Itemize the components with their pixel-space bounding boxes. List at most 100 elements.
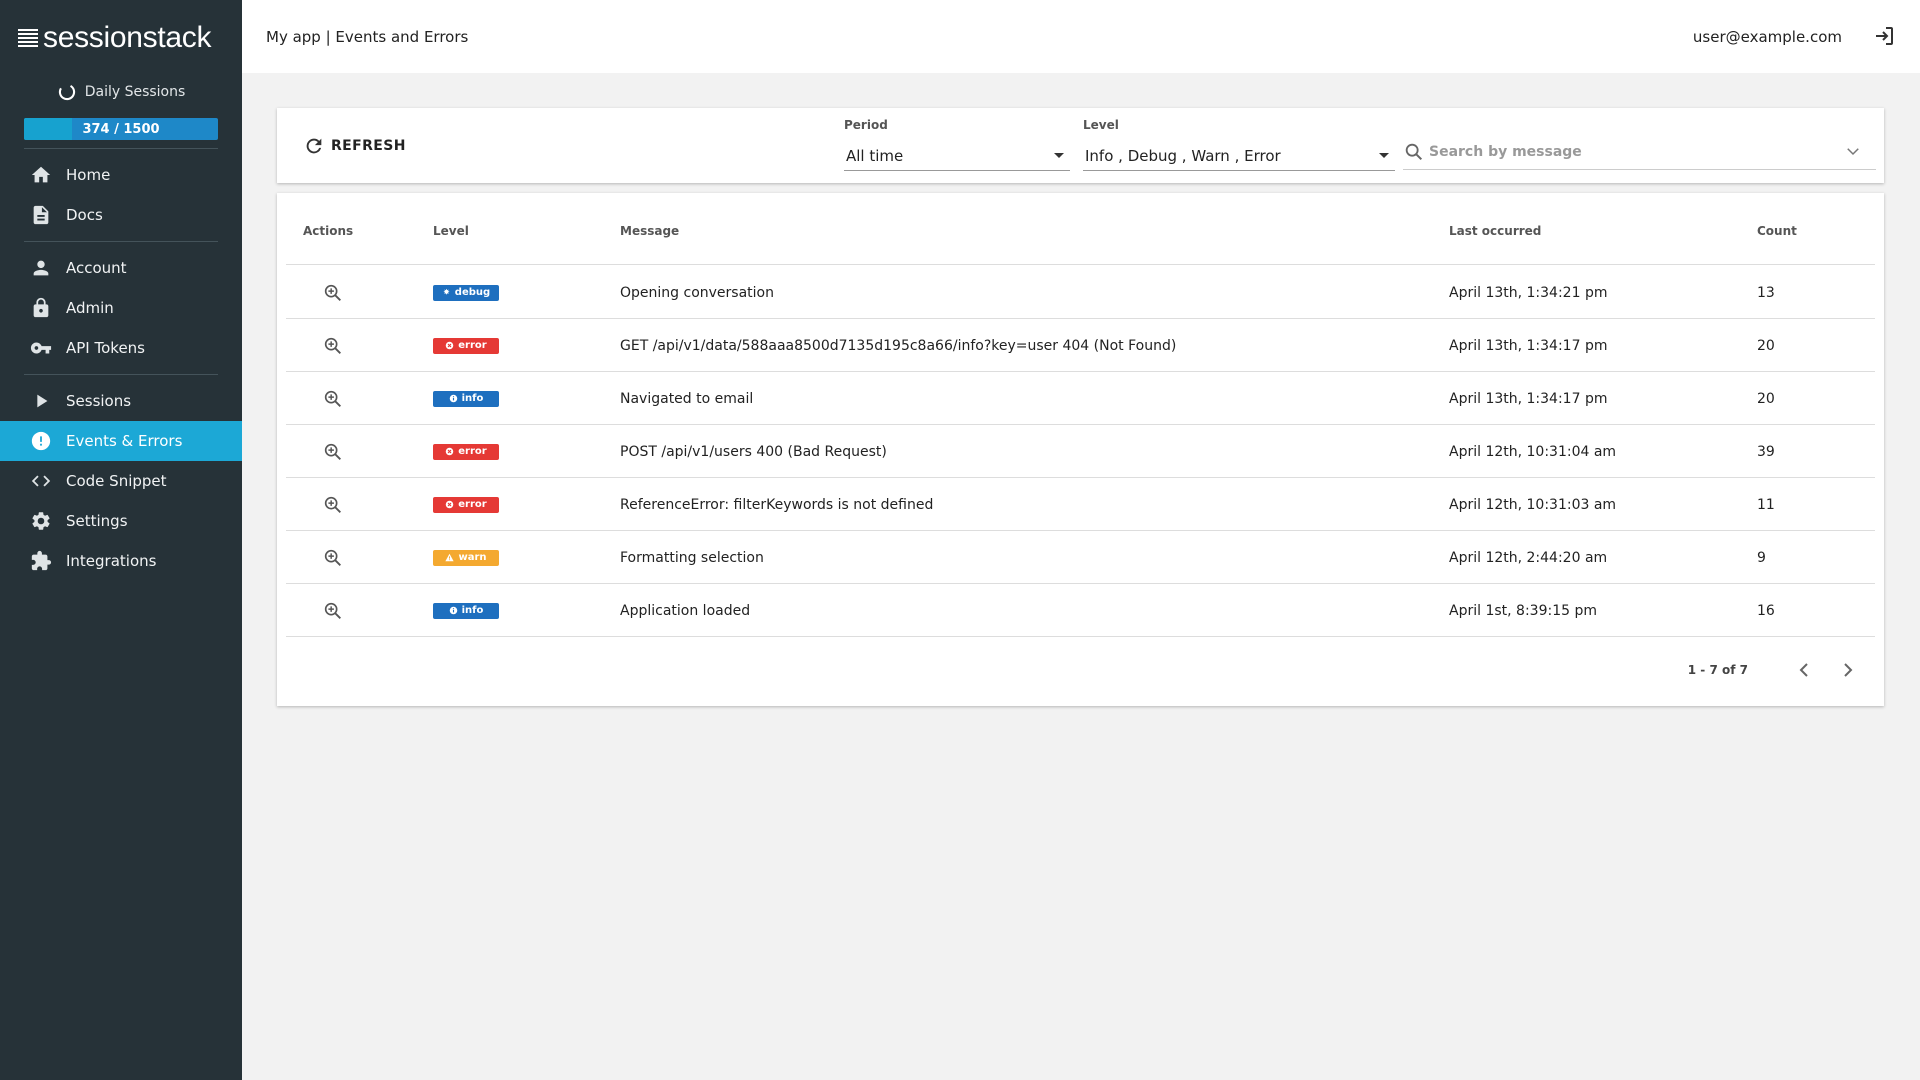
- message-cell: POST /api/v1/users 400 (Bad Request): [620, 443, 887, 460]
- sidebar-item-integrations[interactable]: Integrations: [0, 541, 242, 581]
- sidebar-item-api-tokens[interactable]: API Tokens: [0, 328, 242, 368]
- level-cell: debug: [433, 266, 499, 319]
- user-email[interactable]: user@example.com: [1693, 28, 1842, 46]
- sidebar-item-label: Sessions: [66, 392, 132, 410]
- count-cell: 20: [1757, 390, 1775, 407]
- chevron-down-icon[interactable]: [1844, 142, 1862, 160]
- sidebar-item-code-snippet[interactable]: Code Snippet: [0, 461, 242, 501]
- refresh-button[interactable]: REFRESH: [303, 135, 406, 157]
- page-title: My app | Events and Errors: [266, 27, 469, 46]
- sidebar-item-events-errors[interactable]: Events & Errors: [0, 421, 242, 461]
- level-cell: info: [433, 584, 499, 637]
- actions-cell: [322, 425, 344, 478]
- sidebar-item-sessions[interactable]: Sessions: [0, 381, 242, 421]
- zoom-in-icon[interactable]: [322, 388, 344, 410]
- level-label: Level: [1083, 118, 1119, 132]
- sidebar-item-settings[interactable]: Settings: [0, 501, 242, 541]
- table-row[interactable]: debug Opening conversation April 13th, 1:3…: [286, 266, 1875, 319]
- zoom-in-icon[interactable]: [322, 547, 344, 569]
- level-badge: info: [433, 602, 499, 619]
- level-badge-label: debug: [454, 287, 491, 298]
- play-icon: [37, 394, 48, 408]
- search-input[interactable]: [1429, 143, 1829, 160]
- message-cell: Navigated to email: [620, 390, 754, 407]
- search-box: [1403, 134, 1876, 170]
- key-icon: [30, 342, 52, 354]
- alert-circle-icon: [31, 431, 51, 451]
- period-selected: All time: [846, 146, 904, 165]
- count-cell: 20: [1757, 337, 1775, 354]
- sidebar-item-admin[interactable]: Admin: [0, 288, 242, 328]
- sidebar-item-home[interactable]: Home: [0, 155, 242, 195]
- dropdown-arrow-icon: [1379, 153, 1389, 158]
- bug-icon: [443, 288, 450, 295]
- sidebar-item-label: API Tokens: [66, 339, 145, 357]
- gear-icon: [32, 512, 50, 530]
- sidebar-item-label: Code Snippet: [66, 472, 167, 490]
- count-cell: 16: [1757, 602, 1775, 619]
- table-row[interactable]: error POST /api/v1/users 400 (Bad Request…: [286, 425, 1875, 478]
- logout-icon[interactable]: [1872, 24, 1896, 48]
- sidebar-item-docs[interactable]: Docs: [0, 195, 242, 235]
- home-icon: [31, 166, 51, 183]
- message-cell: Formatting selection: [620, 549, 764, 566]
- top-header: My app | Events and Errors user@example.…: [242, 0, 1920, 73]
- refresh-icon: [306, 138, 322, 154]
- level-badge: error: [433, 337, 499, 354]
- pagination: 1 - 7 of 7: [277, 655, 1884, 685]
- info-circle-icon: [449, 394, 457, 403]
- table-row[interactable]: info Application loaded April 1st, 8:39:15…: [286, 584, 1875, 637]
- last-occurred-cell: April 12th, 10:31:03 am: [1449, 496, 1617, 513]
- column-header-level[interactable]: Level: [433, 224, 469, 238]
- zoom-in-icon[interactable]: [322, 494, 344, 516]
- zoom-in-icon[interactable]: [322, 335, 344, 357]
- level-badge: error: [433, 496, 499, 513]
- sidebar-item-label: Home: [66, 166, 111, 184]
- logo-icon: [18, 29, 38, 47]
- sidebar-item-label: Events & Errors: [66, 432, 183, 450]
- zoom-in-icon[interactable]: [322, 282, 344, 304]
- table-row[interactable]: error GET /api/v1/data/588aaa8500d7135d19…: [286, 319, 1875, 372]
- level-cell: error: [433, 478, 499, 531]
- last-occurred-cell: April 12th, 10:31:04 am: [1449, 443, 1617, 460]
- events-table: Actions Level Message Last occurred Coun…: [277, 193, 1884, 706]
- sidebar-item-label: Integrations: [66, 552, 157, 570]
- logo[interactable]: sessionstack: [0, 0, 242, 76]
- level-badge: warn: [433, 549, 499, 566]
- zoom-in-icon[interactable]: [322, 600, 344, 622]
- last-occurred-cell: April 1st, 8:39:15 pm: [1449, 602, 1597, 619]
- sidebar-item-label: Admin: [66, 299, 114, 317]
- daily-sessions: Daily Sessions: [0, 76, 242, 108]
- actions-cell: [322, 266, 344, 319]
- level-selected: Info , Debug , Warn , Error: [1085, 146, 1281, 165]
- sidebar-item-account[interactable]: Account: [0, 248, 242, 288]
- level-badge: info: [433, 390, 499, 407]
- count-cell: 39: [1757, 443, 1775, 460]
- zoom-in-icon[interactable]: [322, 441, 344, 463]
- level-badge-label: error: [458, 340, 487, 351]
- column-header-count[interactable]: Count: [1757, 224, 1797, 238]
- column-header-message[interactable]: Message: [620, 224, 679, 238]
- level-cell: error: [433, 425, 499, 478]
- next-page-icon[interactable]: [1836, 658, 1860, 682]
- column-header-last-occurred[interactable]: Last occurred: [1449, 224, 1541, 238]
- table-row[interactable]: error ReferenceError: filterKeywords is n…: [286, 478, 1875, 531]
- actions-cell: [322, 531, 344, 584]
- actions-cell: [322, 372, 344, 425]
- level-select[interactable]: Level Info , Debug , Warn , Error: [1083, 118, 1395, 171]
- last-occurred-cell: April 13th, 1:34:17 pm: [1449, 337, 1608, 354]
- previous-page-icon[interactable]: [1792, 658, 1816, 682]
- count-cell: 9: [1757, 549, 1766, 566]
- period-select[interactable]: Period All time: [844, 118, 1070, 171]
- message-cell: ReferenceError: filterKeywords is not de…: [620, 496, 934, 513]
- table-row[interactable]: warn Formatting selection April 12th, 2:44…: [286, 531, 1875, 584]
- period-value[interactable]: All time: [844, 141, 1070, 171]
- sidebar-item-label: Docs: [66, 206, 103, 224]
- level-value[interactable]: Info , Debug , Warn , Error: [1083, 141, 1395, 171]
- table-row[interactable]: info Navigated to email April 13th, 1:34:1…: [286, 372, 1875, 425]
- last-occurred-cell: April 12th, 2:44:20 am: [1449, 549, 1608, 566]
- level-badge-label: warn: [458, 552, 487, 563]
- last-occurred-cell: April 13th, 1:34:17 pm: [1449, 390, 1608, 407]
- actions-cell: [322, 478, 344, 531]
- warning-icon: [445, 553, 455, 562]
